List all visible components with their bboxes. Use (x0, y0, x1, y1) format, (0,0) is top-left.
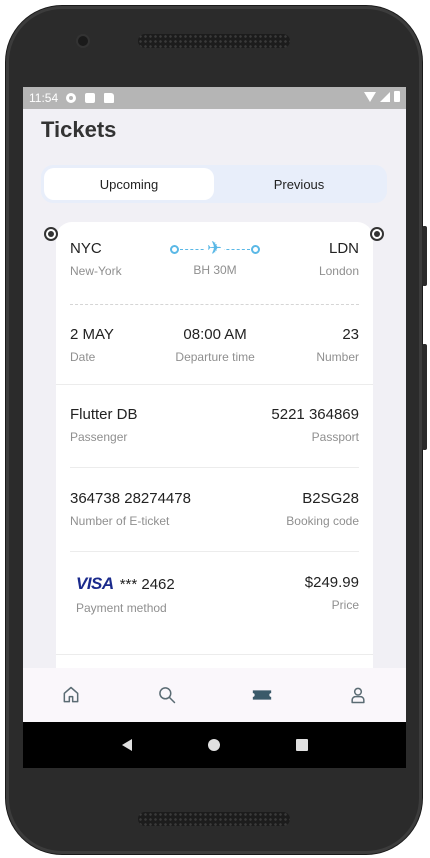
eticket-value: 364738 28274478 (70, 490, 191, 507)
booking-code-label: Booking code (286, 514, 359, 528)
divider (70, 467, 359, 468)
departure-time-label: Departure time (175, 350, 255, 364)
screen: 11:54 Tickets Upcoming Previous NYC New-… (23, 87, 406, 768)
departure-time-value: 08:00 AM (183, 326, 247, 343)
dashed-divider (70, 304, 359, 305)
date: 2 MAY Date (70, 326, 114, 364)
eticket-label: Number of E-ticket (70, 514, 170, 528)
visa-logo-icon: VISA (76, 574, 114, 593)
front-camera (78, 36, 88, 46)
flight-duration: ✈ BH 30M (170, 238, 260, 277)
ticket-icon (253, 690, 272, 700)
passport-value: 5221 364869 (271, 406, 359, 423)
price: $249.99 Price (305, 574, 359, 615)
search-icon (158, 687, 175, 704)
seat-number: 23 Number (316, 326, 359, 364)
number-label: Number (316, 350, 359, 364)
tab-previous[interactable]: Previous (214, 168, 384, 200)
ticket-perforation (56, 384, 373, 385)
nav-home[interactable] (51, 675, 91, 715)
tickets-segmented-control: Upcoming Previous (41, 165, 387, 203)
departure-time: 08:00 AM Departure time (175, 326, 254, 364)
system-navigation-bar (23, 722, 406, 768)
sd-card-icon (104, 93, 115, 103)
ticket-notch-right (370, 227, 384, 241)
status-bar: 11:54 (23, 87, 406, 109)
card-masked-number: *** 2462 (119, 576, 175, 593)
home-icon (63, 686, 79, 703)
nav-profile[interactable] (338, 675, 378, 715)
payment-row: VISA *** 2462 Payment method $249.99 Pric… (70, 574, 359, 615)
battery-icon (394, 91, 400, 102)
payment-card: VISA *** 2462 (76, 574, 175, 594)
airplane-icon: ✈ (205, 238, 225, 258)
passenger-value: Flutter DB (70, 406, 138, 423)
origin-code: NYC (70, 240, 102, 257)
flight-path: ✈ (170, 238, 260, 258)
divider (56, 654, 373, 655)
passport-label: Passport (311, 430, 359, 444)
notification-icon (85, 93, 96, 103)
bottom-speaker (138, 812, 290, 826)
booking-code-value: B2SG28 (302, 490, 359, 507)
page-title: Tickets (41, 117, 117, 142)
payment-method-label: Payment method (76, 601, 167, 615)
destination-code: LDN (328, 240, 359, 257)
recents-icon[interactable] (295, 738, 309, 752)
origin: NYC New-York (70, 240, 122, 278)
ticket-notch-left (44, 227, 58, 241)
back-icon[interactable] (120, 738, 134, 752)
origin-dot (170, 245, 179, 254)
home-circle-icon[interactable] (207, 738, 221, 752)
destination: LDN London (319, 240, 359, 278)
booking-code: B2SG28 Booking code (286, 490, 359, 528)
destination-city: London (318, 264, 359, 278)
nav-search[interactable] (147, 675, 187, 715)
passenger-label: Passenger (70, 430, 128, 444)
profile-icon (351, 687, 365, 704)
passport: 5221 364869 Passport (271, 406, 359, 444)
date-value: 2 MAY (70, 326, 114, 343)
number-value: 23 (342, 326, 359, 343)
origin-city: New-York (70, 264, 122, 278)
earpiece-speaker (138, 34, 290, 48)
duration-label: BH 30M (193, 263, 237, 277)
power-button (422, 226, 427, 286)
settings-icon (66, 93, 77, 103)
status-time: 11:54 (29, 91, 59, 105)
signal-icon (380, 91, 390, 102)
bottom-navigation (23, 668, 406, 722)
date-label: Date (70, 350, 96, 364)
price-value: $249.99 (304, 574, 359, 591)
volume-button (422, 344, 427, 450)
payment-method: VISA *** 2462 Payment method (70, 574, 175, 615)
destination-dot (251, 245, 260, 254)
divider (70, 551, 359, 552)
passenger-row: Flutter DB Passenger 5221 364869 Passpor… (70, 406, 359, 444)
passenger: Flutter DB Passenger (70, 406, 138, 444)
price-label: Price (331, 598, 359, 612)
eticket-number: 364738 28274478 Number of E-ticket (70, 490, 191, 528)
eticket-row: 364738 28274478 Number of E-ticket B2SG2… (70, 490, 359, 528)
departure-row: 2 MAY Date 08:00 AM Departure time 23 Nu… (70, 326, 359, 364)
route-row: NYC New-York ✈ BH 30M LDN London (70, 238, 359, 278)
wifi-icon (364, 91, 376, 102)
nav-tickets[interactable] (242, 675, 282, 715)
tab-upcoming[interactable]: Upcoming (44, 168, 214, 200)
